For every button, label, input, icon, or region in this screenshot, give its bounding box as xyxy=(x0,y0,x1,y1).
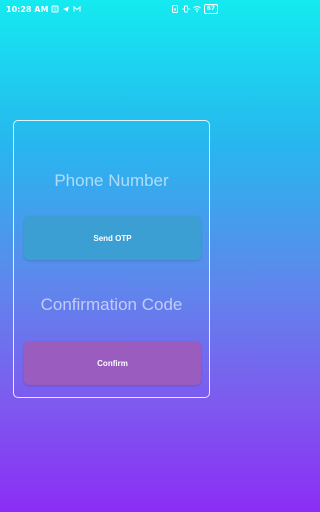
login-card: Phone Number Send OTP Confirmation Code … xyxy=(13,120,210,398)
status-bar-left: 10:28 AM xyxy=(0,5,81,14)
gmail-icon xyxy=(73,5,81,13)
notification-icon xyxy=(51,5,59,13)
status-bar: 10:28 AM 67 xyxy=(0,0,223,18)
confirmation-code-input[interactable]: Confirmation Code xyxy=(14,295,209,315)
vibrate-icon xyxy=(182,5,190,13)
telegram-icon xyxy=(62,5,70,13)
send-otp-button[interactable]: Send OTP xyxy=(24,216,201,260)
wifi-icon xyxy=(192,5,201,13)
status-bar-right: 67 xyxy=(171,4,223,14)
battery-icon: 67 xyxy=(203,4,218,14)
status-time: 10:28 AM xyxy=(6,4,49,14)
phone-number-input[interactable]: Phone Number xyxy=(14,171,209,191)
confirm-button[interactable]: Confirm xyxy=(24,341,201,385)
sim-icon xyxy=(171,5,179,13)
